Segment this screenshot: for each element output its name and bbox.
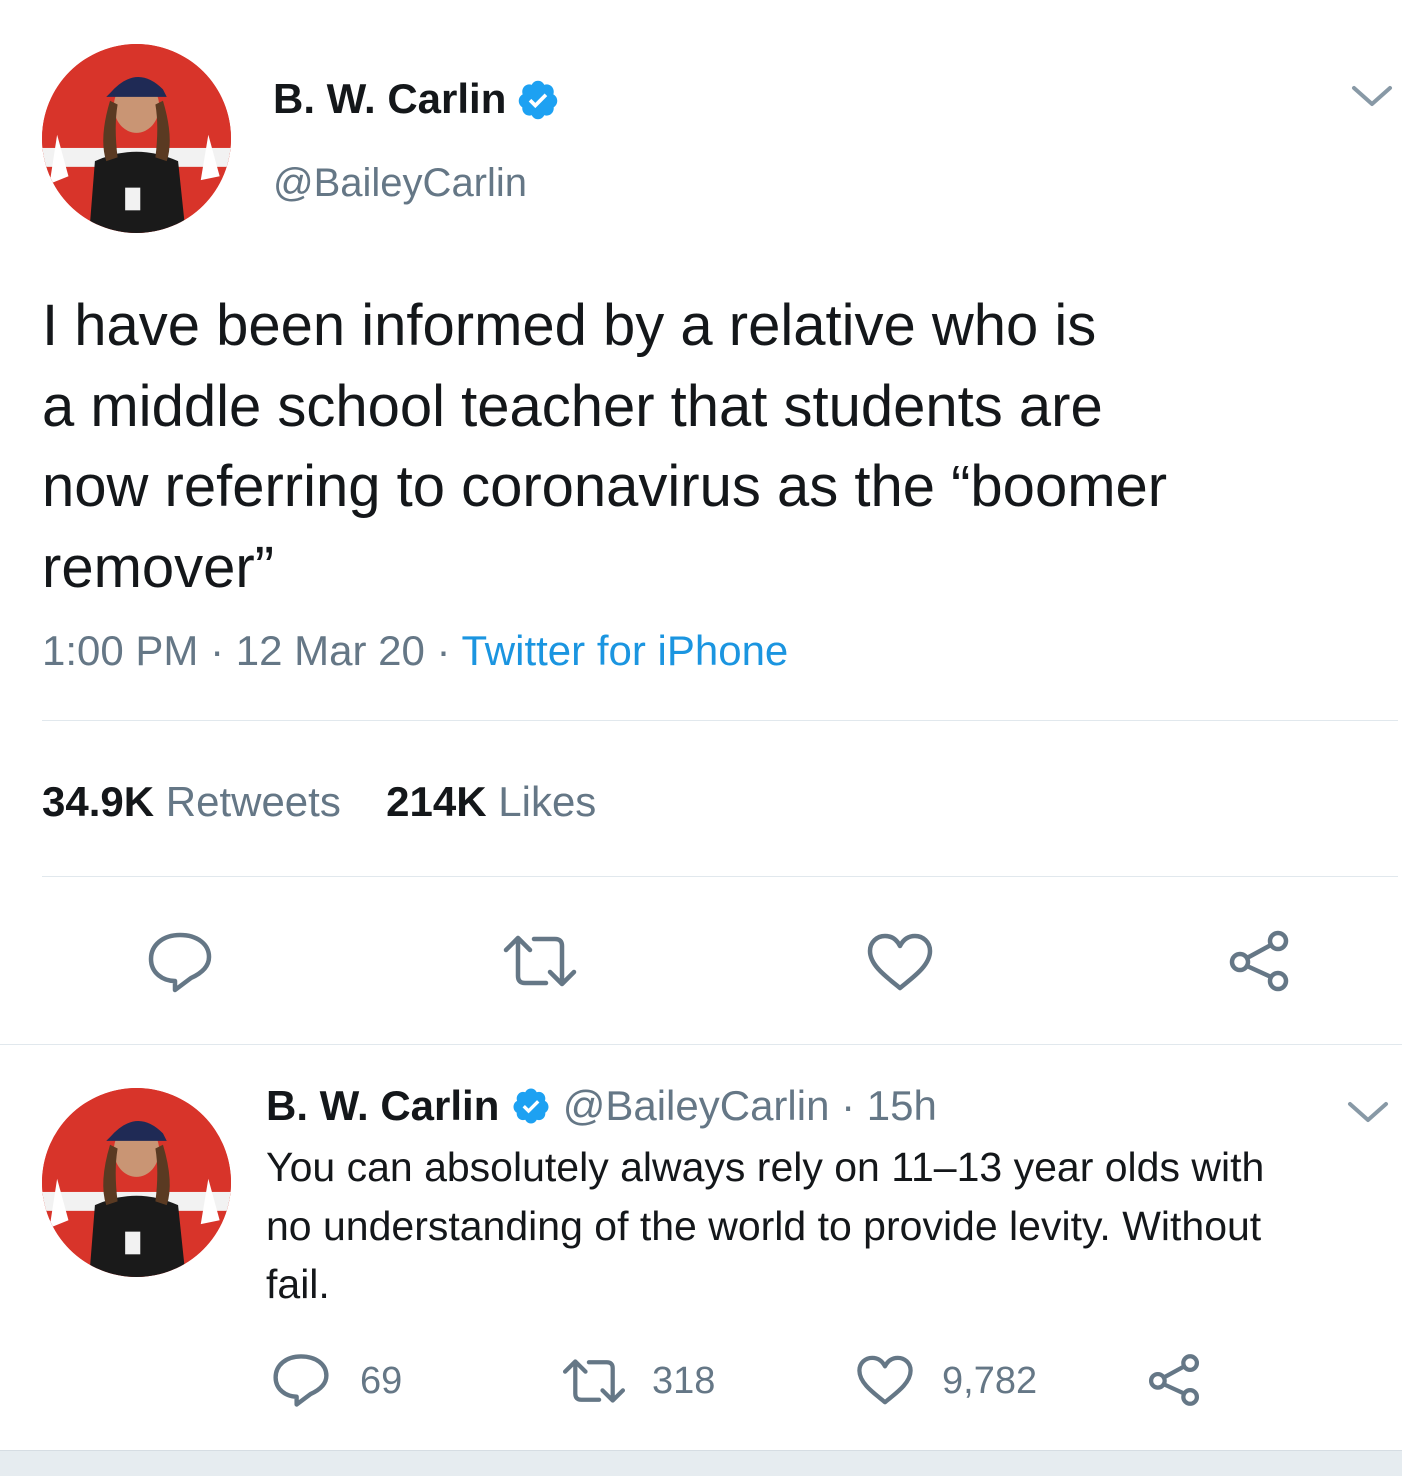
verified-badge-icon xyxy=(511,1086,551,1126)
share-icon[interactable] xyxy=(1146,1352,1202,1408)
meta-separator: · xyxy=(436,627,451,674)
reply-author-name[interactable]: B. W. Carlin xyxy=(266,1082,499,1129)
tweet-text: I have been informed by a relative who i… xyxy=(42,286,1167,608)
reply-count: 69 xyxy=(360,1360,403,1402)
retweet-count: 318 xyxy=(652,1360,716,1402)
avatar-photo xyxy=(42,1088,231,1277)
tweet-text-line: remover” xyxy=(42,534,275,600)
reply-author-handle[interactable]: @BaileyCarlin xyxy=(563,1082,830,1129)
tweet-text-line: now referring to coronavirus as the “boo… xyxy=(42,454,1168,519)
retweet-icon[interactable] xyxy=(500,932,580,990)
tweet-text-line: a middle school teacher that students ar… xyxy=(42,373,1103,439)
verified-badge-icon xyxy=(516,78,560,122)
meta-separator: · xyxy=(210,627,225,674)
retweets-count: 34.9K xyxy=(42,778,155,825)
author-avatar[interactable] xyxy=(42,44,231,233)
reply-header: B. W. Carlin @BaileyCarlin · 15h xyxy=(266,1080,937,1132)
like-count: 9,782 xyxy=(942,1360,1038,1402)
retweet-icon[interactable] xyxy=(560,1356,628,1406)
reply-text-line: fail. xyxy=(266,1261,330,1307)
reply-text: You can absolutely always rely on 11–13 … xyxy=(266,1138,1264,1314)
author-name[interactable]: B. W. Carlin xyxy=(273,73,506,125)
tweet-date[interactable]: 12 Mar 20 xyxy=(236,627,425,674)
chevron-down-icon[interactable] xyxy=(1349,80,1395,110)
retweets-stat[interactable]: 34.9K Retweets xyxy=(42,778,353,825)
like-icon[interactable] xyxy=(856,1354,914,1406)
reply-text-line: no understanding of the world to provide… xyxy=(266,1202,1262,1249)
reply-icon[interactable] xyxy=(147,930,213,994)
tweet-meta: 1:00 PM · 12 Mar 20 · Twitter for iPhone xyxy=(42,624,788,678)
divider xyxy=(42,876,1398,877)
author-handle[interactable]: @BaileyCarlin xyxy=(273,158,527,208)
avatar-photo xyxy=(42,44,231,233)
likes-count: 214K xyxy=(386,778,487,825)
likes-stat[interactable]: 214K Likes xyxy=(386,778,596,825)
bottom-divider-band xyxy=(0,1450,1402,1476)
like-icon[interactable] xyxy=(866,932,934,992)
share-icon[interactable] xyxy=(1226,928,1292,994)
chevron-down-icon[interactable] xyxy=(1345,1096,1391,1126)
reply-text-line: You can absolutely always rely on 11–13 … xyxy=(266,1144,1265,1190)
tweet-time[interactable]: 1:00 PM xyxy=(42,627,198,674)
divider xyxy=(0,1044,1402,1045)
retweets-label: Retweets xyxy=(165,778,341,825)
divider xyxy=(42,720,1398,721)
reply-age[interactable]: 15h xyxy=(867,1082,937,1129)
tweet-source-link[interactable]: Twitter for iPhone xyxy=(461,627,788,674)
tweet-stats: 34.9K Retweets 214K Likes xyxy=(42,776,596,828)
meta-separator: · xyxy=(841,1082,856,1129)
reply-author-avatar[interactable] xyxy=(42,1088,231,1277)
reply-icon[interactable] xyxy=(272,1352,330,1408)
tweet-text-line: I have been informed by a relative who i… xyxy=(42,293,1097,358)
likes-label: Likes xyxy=(498,778,597,825)
